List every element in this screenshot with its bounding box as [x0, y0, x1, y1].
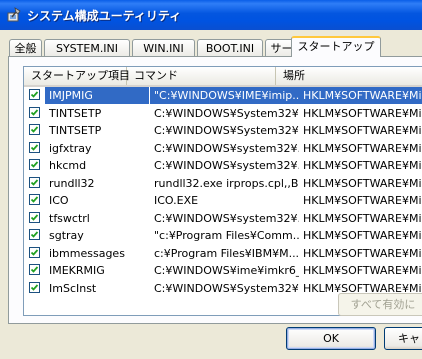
list-item[interactable]: rundll32 rundll32.exe irprops.cpl,,B... HK…: [24, 175, 422, 192]
startup-item-location: HKLM¥SOFTWARE¥Micr...: [303, 194, 422, 207]
cancel-button[interactable]: キャ: [384, 327, 422, 350]
startup-item-location: HKLM¥SOFTWARE¥Micr...: [303, 176, 422, 190]
startup-item-checkbox[interactable]: [29, 246, 40, 258]
tab-boot-ini[interactable]: BOOT.INI: [197, 39, 263, 56]
startup-item-location: HKLM¥SOFTWARE¥Micr...: [303, 106, 422, 120]
startup-item-location: HKLM¥SOFTWARE¥Micr...: [303, 124, 422, 137]
startup-item-checkbox[interactable]: [29, 281, 40, 293]
list-item[interactable]: sgtray "c:¥Program Files¥Comm... HKLM¥SOFT…: [24, 227, 422, 244]
startup-item-command: C:¥WINDOWS¥system32¥...: [154, 141, 299, 155]
startup-item-checkbox[interactable]: [29, 194, 40, 205]
list-item[interactable]: IMEKRMIG C:¥WINDOWS¥ime¥imkr6_... HKLM¥SOF…: [24, 262, 422, 279]
title-bar[interactable]: システム構成ユーティリティ: [0, 0, 422, 30]
startup-item-command: "c:¥Program Files¥Comm...: [154, 229, 299, 242]
startup-item-name: hkcmd: [49, 159, 87, 172]
startup-item-checkbox[interactable]: [29, 176, 40, 188]
tab-system-ini[interactable]: SYSTEM.INI: [44, 39, 130, 56]
list-item[interactable]: IMJPMIG "C:¥WINDOWS¥IME¥imip... HKLM¥SOFTW…: [24, 87, 422, 104]
startup-item-command: C:¥WINDOWS¥System32¥...: [154, 106, 299, 120]
startup-item-name: rundll32: [49, 176, 95, 190]
startup-item-location: HKLM¥SOFTWARE¥Micr...: [303, 264, 422, 277]
startup-item-command: C:¥WINDOWS¥System32¥...: [154, 124, 299, 137]
list-header: スタートアップ項目 コマンド 場所: [24, 67, 422, 87]
msconfig-icon: [7, 7, 21, 22]
column-header-startup-item[interactable]: スタートアップ項目: [24, 67, 130, 85]
startup-item-location: HKLM¥SOFTWARE¥Micr...: [303, 229, 422, 242]
startup-item-location: HKLM¥SOFTWARE¥Micr...: [303, 246, 422, 260]
startup-item-checkbox[interactable]: [29, 264, 40, 275]
startup-item-command: ICO.EXE: [154, 194, 199, 207]
startup-item-name: ImScInst: [49, 281, 97, 295]
startup-item-location: HKLM¥SOFTWARE¥Micr...: [303, 211, 422, 225]
startup-list[interactable]: スタートアップ項目 コマンド 場所 IMJPMIG "C:¥WINDOWS¥IME…: [23, 66, 422, 316]
tab-win-ini[interactable]: WIN.INI: [132, 39, 195, 56]
list-item[interactable]: hkcmd C:¥WINDOWS¥system32¥... HKLM¥SOFTWAR…: [24, 157, 422, 174]
startup-item-command: "C:¥WINDOWS¥IME¥imip...: [150, 87, 299, 104]
startup-item-location: HKLM¥SOFTWARE¥Micr...: [303, 141, 422, 155]
list-item[interactable]: igfxtray C:¥WINDOWS¥system32¥... HKLM¥SOFT…: [24, 140, 422, 157]
startup-item-checkbox[interactable]: [29, 159, 40, 170]
startup-item-name: tfswctrl: [49, 211, 90, 225]
tab-startup[interactable]: スタートアップ: [291, 36, 381, 57]
startup-item-name: IMEKRMIG: [49, 264, 105, 277]
startup-item-name: sgtray: [49, 229, 84, 242]
startup-item-checkbox[interactable]: [29, 124, 40, 135]
startup-item-name: TINTSETP: [49, 106, 102, 120]
startup-item-command: C:¥WINDOWS¥system32¥...: [154, 211, 299, 225]
startup-item-name: ibmmessages: [49, 246, 125, 260]
startup-item-name: igfxtray: [49, 141, 92, 155]
enable-all-button[interactable]: すべて有効に: [338, 293, 422, 316]
list-item[interactable]: ibmmessages c:¥Program Files¥IBM¥M... HKLM…: [24, 245, 422, 262]
column-header-command[interactable]: コマンド: [127, 67, 276, 85]
startup-item-name: TINTSETP: [49, 124, 102, 137]
startup-item-name: IMJPMIG: [45, 87, 149, 104]
list-item[interactable]: TINTSETP C:¥WINDOWS¥System32¥... HKLM¥SOFT…: [24, 122, 422, 139]
startup-item-checkbox[interactable]: [29, 89, 40, 100]
startup-item-command: rundll32.exe irprops.cpl,,B...: [154, 176, 299, 190]
startup-item-checkbox[interactable]: [29, 211, 40, 223]
tab-general[interactable]: 全般: [9, 39, 42, 56]
list-item[interactable]: TINTSETP C:¥WINDOWS¥System32¥... HKLM¥SOFT…: [24, 105, 422, 122]
window-title: システム構成ユーティリティ: [27, 9, 182, 23]
startup-item-checkbox[interactable]: [29, 229, 40, 240]
startup-item-command: c:¥Program Files¥IBM¥M...: [154, 246, 299, 260]
column-header-location[interactable]: 場所: [276, 67, 422, 85]
startup-item-command: C:¥WINDOWS¥ime¥imkr6_...: [154, 264, 299, 277]
list-item[interactable]: tfswctrl C:¥WINDOWS¥system32¥... HKLM¥SOFT…: [24, 210, 422, 227]
startup-item-checkbox[interactable]: [29, 106, 40, 118]
startup-item-location: HKLM¥SOFTWARE¥Micr...: [303, 159, 422, 172]
ok-button[interactable]: OK: [286, 327, 376, 350]
list-item[interactable]: ICO ICO.EXE HKLM¥SOFTWARE¥Micr...: [24, 192, 422, 209]
startup-item-command: C:¥WINDOWS¥System32¥...: [154, 281, 299, 295]
dialog-body: 全般 SYSTEM.INI WIN.INI BOOT.INI サービス スタート…: [0, 30, 422, 359]
startup-item-name: ICO: [49, 194, 69, 207]
startup-item-checkbox[interactable]: [29, 141, 40, 153]
startup-item-location: HKLM¥SOFTWARE¥Micr...: [299, 87, 422, 104]
startup-item-command: C:¥WINDOWS¥system32¥...: [154, 159, 299, 172]
